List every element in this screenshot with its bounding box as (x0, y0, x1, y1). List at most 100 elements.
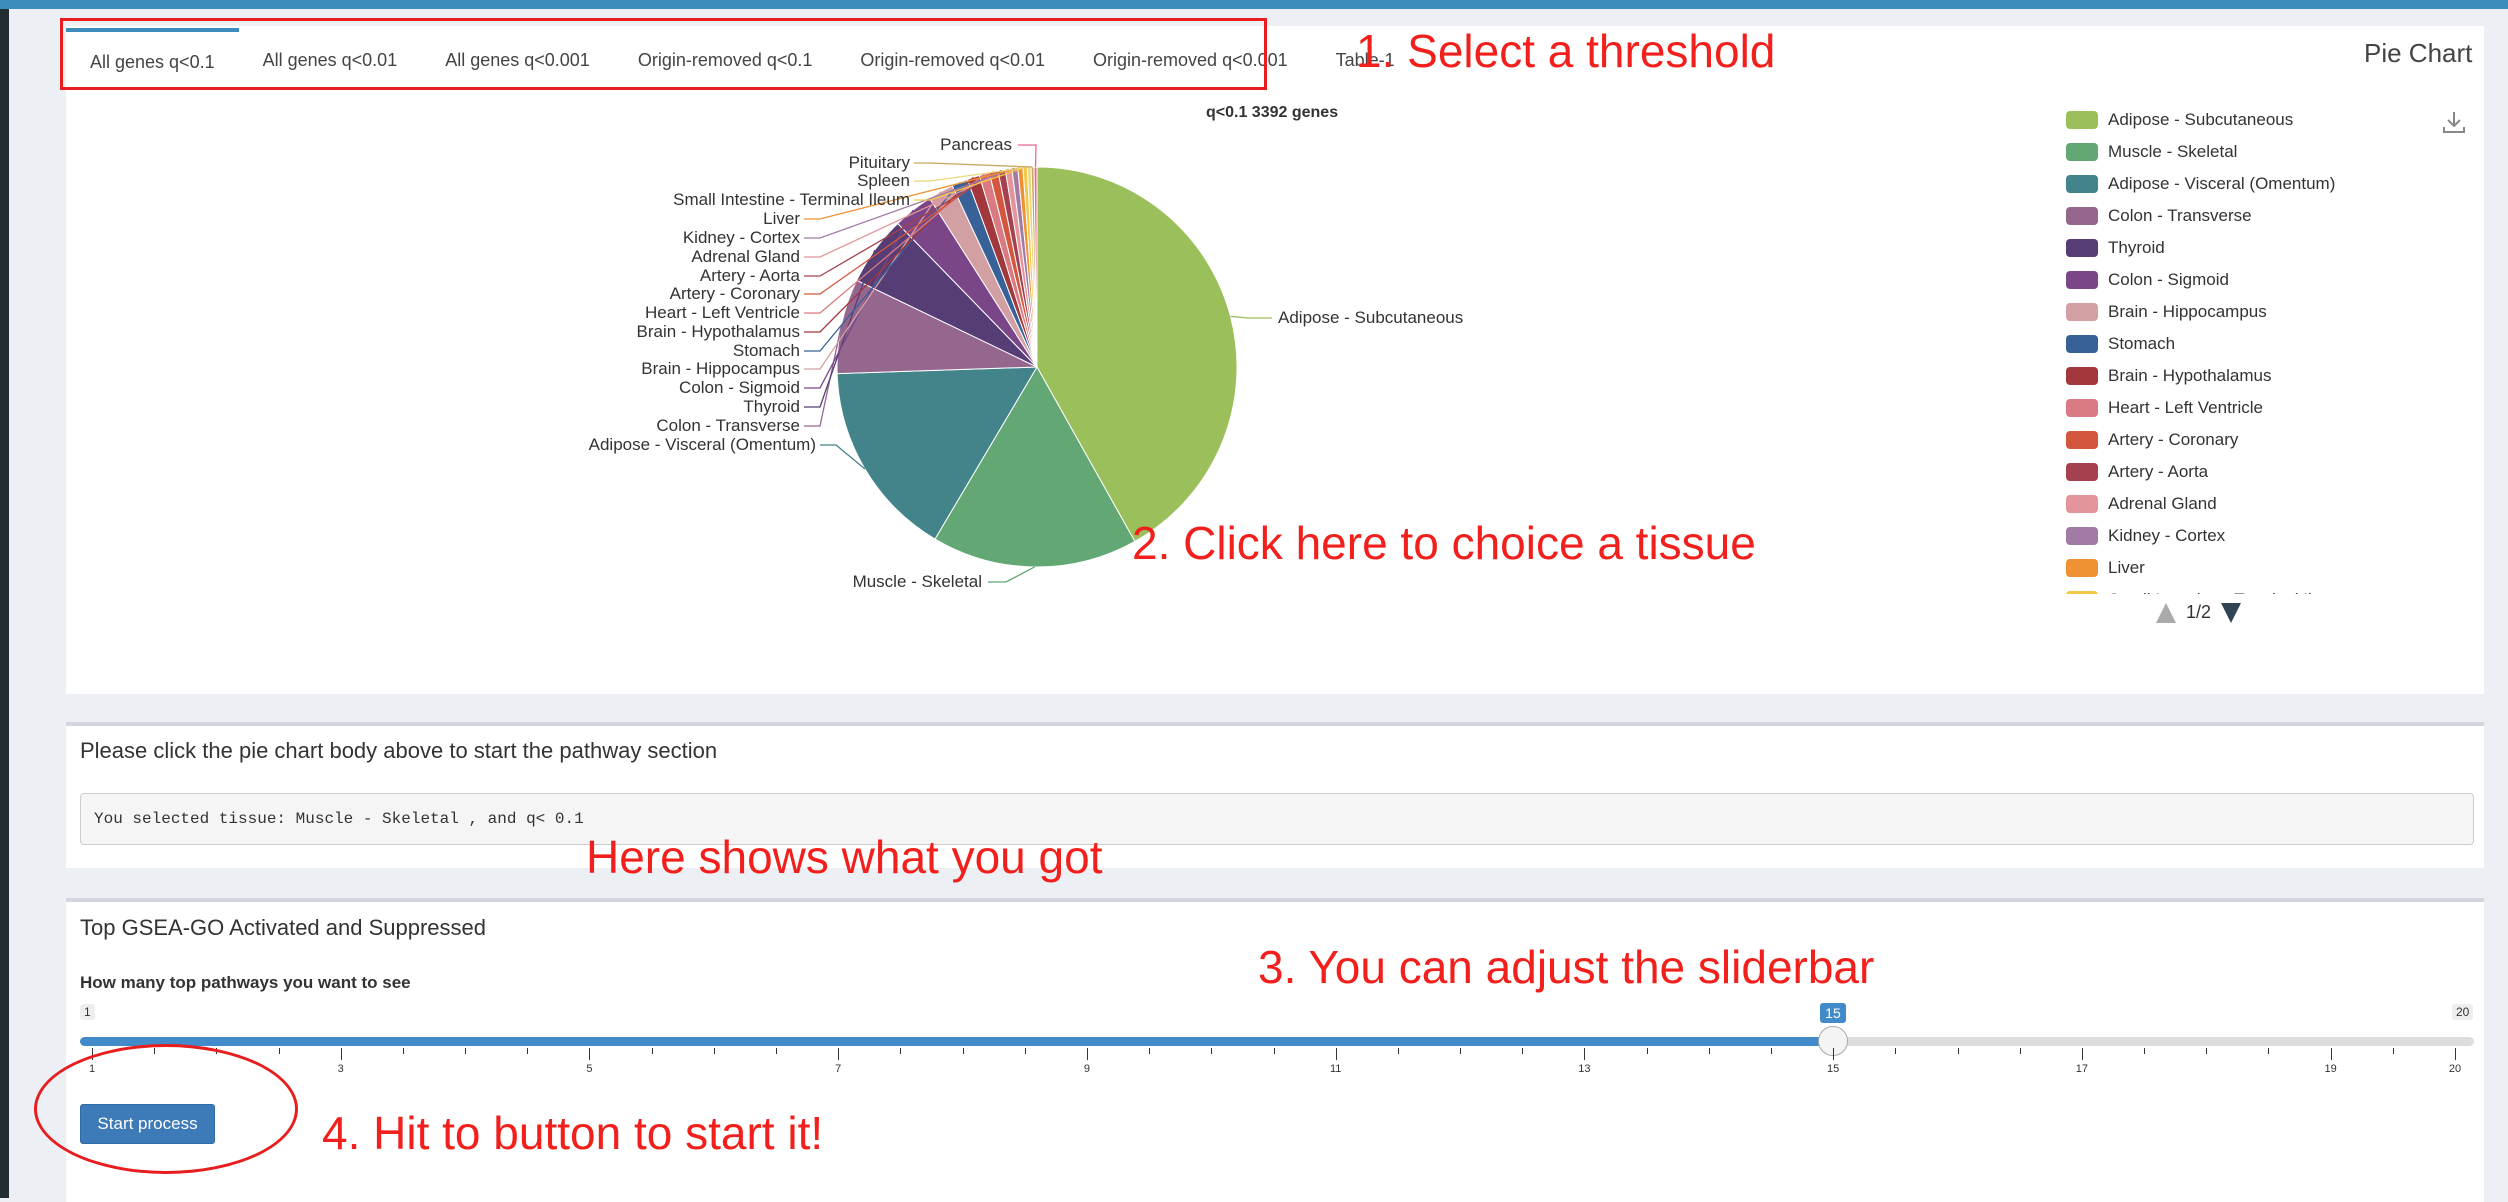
pie-label-line (988, 566, 1035, 583)
slider-tick (589, 1048, 591, 1060)
legend-item[interactable]: Colon - Transverse (2066, 200, 2366, 232)
pie-slice-label: Colon - Transverse (656, 416, 800, 435)
legend-label: Adipose - Subcutaneous (2108, 110, 2294, 129)
legend-item[interactable]: Adipose - Subcutaneous (2066, 104, 2366, 136)
slider-tick-label: 13 (1578, 1063, 1591, 1075)
legend-label: Colon - Transverse (2108, 206, 2252, 225)
legend-label: Heart - Left Ventricle (2108, 398, 2263, 417)
legend-item[interactable]: Artery - Aorta (2066, 456, 2366, 488)
legend-swatch (2066, 271, 2098, 289)
legend-swatch (2066, 463, 2098, 481)
slider-tick (1335, 1048, 1337, 1060)
slider-tick (2081, 1048, 2083, 1060)
download-icon[interactable] (2440, 108, 2468, 136)
gsea-title: Top GSEA-GO Activated and Suppressed (80, 915, 487, 940)
legend-pager: 1/2 (2156, 602, 2242, 623)
legend-swatch (2066, 143, 2098, 161)
pie-slice-label: Thyroid (743, 397, 800, 416)
slider-tick-label: 11 (1329, 1063, 1342, 1075)
legend-item[interactable]: Adrenal Gland (2066, 488, 2366, 520)
slider-tick (402, 1048, 404, 1054)
pie-slice-label: Colon - Sigmoid (679, 378, 800, 397)
annotation-step4: 4. Hit to button to start it! (322, 1107, 824, 1159)
slider-tick (962, 1048, 964, 1054)
pie-slice-label: Muscle - Skeletal (852, 572, 982, 591)
pie-slice-label: Brain - Hippocampus (641, 359, 800, 378)
legend-swatch (2066, 527, 2098, 545)
pie-slice-label: Brain - Hypothalamus (636, 322, 800, 341)
pie-slice-label: Heart - Left Ventricle (645, 303, 800, 322)
legend-label: Brain - Hypothalamus (2108, 366, 2272, 385)
legend-item[interactable]: Colon - Sigmoid (2066, 264, 2366, 296)
legend-swatch (2066, 431, 2098, 449)
slider-tick (1211, 1048, 1213, 1054)
pie-slice-label: Spleen (857, 171, 910, 190)
pie-slice-label: Stomach (732, 341, 800, 360)
slider-tick (527, 1048, 529, 1054)
slider-tick (900, 1048, 902, 1054)
slider-tick (2144, 1048, 2146, 1054)
legend-item[interactable]: Kidney - Cortex (2066, 520, 2366, 552)
slider-tick-label: 9 (1083, 1063, 1090, 1075)
slider-tick-label: 19 (2324, 1063, 2337, 1075)
legend-item[interactable]: Brain - Hypothalamus (2066, 360, 2366, 392)
legend-item[interactable]: Brain - Hippocampus (2066, 296, 2366, 328)
slider-tick (1708, 1048, 1710, 1054)
legend-swatch (2066, 207, 2098, 225)
pie-slice-label: Adipose - Subcutaneous (1278, 308, 1464, 327)
slider-tick-label: 20 (2448, 1063, 2462, 1075)
pie-slice-label: Adrenal Gland (691, 247, 800, 266)
pie-label-line (804, 325, 842, 427)
annotation-shows: Here shows what you got (586, 831, 1103, 883)
slider-tick (1957, 1048, 1959, 1054)
annotation-step3: 3. You can adjust the sliderbar (1258, 941, 1875, 993)
slider-tick (651, 1048, 653, 1054)
legend-swatch (2066, 495, 2098, 513)
selection-output: You selected tissue: Muscle - Skeletal ,… (80, 793, 2474, 845)
slider-tick (1149, 1048, 1151, 1054)
chart-legend: Adipose - Subcutaneous Muscle - Skeletal A… (2066, 104, 2366, 594)
legend-item[interactable]: Heart - Left Ventricle (2066, 392, 2366, 424)
pie-slice-label: Artery - Coronary (669, 284, 800, 303)
slider-value-label: 15 (1820, 1003, 1846, 1023)
legend-prev-icon[interactable] (2156, 602, 2176, 623)
legend-item[interactable]: Artery - Coronary (2066, 424, 2366, 456)
slider-tick (1273, 1048, 1275, 1054)
slider-tick (1024, 1048, 1026, 1054)
legend-swatch (2066, 591, 2098, 594)
legend-swatch (2066, 111, 2098, 129)
pie-slice-label: Pancreas (940, 135, 1012, 154)
pie-label-line (1018, 144, 1037, 168)
legend-item[interactable]: Thyroid (2066, 232, 2366, 264)
pie-slice-label: Kidney - Cortex (682, 228, 800, 247)
legend-swatch (2066, 335, 2098, 353)
legend-swatch (2066, 175, 2098, 193)
slider-tick (278, 1048, 280, 1054)
legend-item[interactable]: Stomach (2066, 328, 2366, 360)
slider-tick (1397, 1048, 1399, 1054)
legend-label: Colon - Sigmoid (2108, 270, 2229, 289)
slider-tick (1646, 1048, 1648, 1054)
pie-slice-label: Adipose - Visceral (Omentum) (588, 435, 816, 454)
pie-slice-label: Pituitary (848, 153, 910, 172)
slider-tick (1895, 1048, 1897, 1054)
legend-label: Artery - Coronary (2108, 430, 2239, 449)
pie-slice-label: Artery - Aorta (699, 266, 800, 285)
pie-label-line (914, 162, 1033, 168)
slider-tick (776, 1048, 778, 1054)
legend-item[interactable]: Adipose - Visceral (Omentum) (2066, 168, 2366, 200)
slider-tick (2455, 1048, 2456, 1060)
legend-label: Artery - Aorta (2108, 462, 2209, 481)
slider-tick (1460, 1048, 1462, 1054)
slider-tick-label: 7 (835, 1063, 842, 1075)
slider-tick (838, 1048, 840, 1060)
legend-item[interactable]: Liver (2066, 552, 2366, 584)
legend-swatch (2066, 239, 2098, 257)
legend-page-indicator: 1/2 (2186, 602, 2212, 622)
legend-item[interactable]: Small Intestine - Terminal Ileum (2066, 584, 2366, 594)
legend-label: Adrenal Gland (2108, 494, 2217, 513)
slider-tick (2392, 1048, 2394, 1054)
legend-next-icon[interactable] (2221, 602, 2242, 623)
legend-item[interactable]: Muscle - Skeletal (2066, 136, 2366, 168)
slider-tick (1086, 1048, 1088, 1060)
